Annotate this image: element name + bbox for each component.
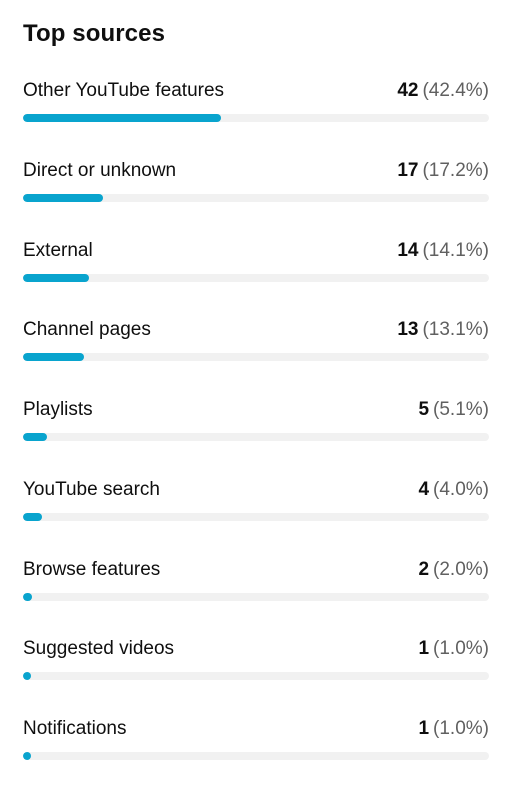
source-percent: (5.1%) <box>433 399 489 420</box>
source-row-notifications[interactable]: Notifications 1 (1.0%) <box>23 716 489 796</box>
source-label: Playlists <box>23 399 93 420</box>
source-count: 4 <box>418 478 430 500</box>
source-label: YouTube search <box>23 478 160 500</box>
sources-list: Other YouTube features 42 (42.4%) Direct … <box>23 78 489 796</box>
source-value: 5 (5.1%) <box>418 399 489 421</box>
source-percent: (42.4%) <box>422 80 489 101</box>
progress-fill <box>23 433 47 441</box>
progress-track <box>23 672 489 681</box>
source-percent: (2.0%) <box>433 558 489 580</box>
progress-track <box>23 114 489 122</box>
source-label: Channel pages <box>23 319 151 341</box>
source-count: 1 <box>418 718 430 739</box>
source-value: 1 (1.0%) <box>418 718 489 740</box>
source-count: 42 <box>397 80 419 101</box>
source-value: 14 (14.1%) <box>397 240 489 262</box>
progress-track <box>23 193 489 202</box>
section-title: Top sources <box>23 20 166 47</box>
source-percent: (17.2%) <box>422 159 489 181</box>
source-row-other-youtube-features[interactable]: Other YouTube features 42 (42.4%) <box>23 78 489 158</box>
progress-track <box>23 433 489 441</box>
source-percent: (4.0%) <box>433 478 489 500</box>
source-percent: (13.1%) <box>422 319 489 341</box>
progress-track <box>23 353 489 362</box>
progress-track <box>23 752 489 760</box>
source-label: Suggested videos <box>23 638 175 660</box>
progress-fill <box>23 592 33 601</box>
source-count: 13 <box>397 319 419 341</box>
progress-fill <box>23 193 104 202</box>
source-label: Direct or unknown <box>23 159 177 181</box>
source-label: External <box>23 239 93 261</box>
source-count: 17 <box>397 159 419 181</box>
source-value: 42 (42.4%) <box>397 80 489 102</box>
source-count: 2 <box>418 558 430 580</box>
source-percent: (14.1%) <box>422 239 489 261</box>
source-count: 1 <box>418 638 430 660</box>
progress-track <box>23 512 489 521</box>
source-label: Notifications <box>23 718 127 739</box>
source-row-direct-or-unknown[interactable]: Direct or unknown 17 (17.2%) <box>23 158 489 238</box>
source-count: 14 <box>397 239 419 261</box>
source-count: 5 <box>418 399 430 420</box>
source-label: Browse features <box>23 558 161 580</box>
source-row-channel-pages[interactable]: Channel pages 13 (13.1%) <box>23 317 489 397</box>
source-percent: (1.0%) <box>433 718 489 739</box>
source-value: 2 (2.0%) <box>418 559 489 581</box>
progress-track <box>23 273 489 282</box>
source-percent: (1.0%) <box>433 638 489 660</box>
source-row-suggested-videos[interactable]: Suggested videos 1 (1.0%) <box>23 636 489 716</box>
progress-fill <box>23 672 31 681</box>
top-sources-card: Top sources Other YouTube features 42 (42… <box>0 0 512 766</box>
source-row-external[interactable]: External 14 (14.1%) <box>23 238 489 318</box>
source-row-browse-features[interactable]: Browse features 2 (2.0%) <box>23 557 489 637</box>
progress-fill <box>23 273 89 282</box>
progress-track <box>23 592 489 601</box>
progress-fill <box>23 512 42 521</box>
source-row-playlists[interactable]: Playlists 5 (5.1%) <box>23 397 489 477</box>
source-value: 17 (17.2%) <box>397 160 489 182</box>
source-value: 1 (1.0%) <box>418 638 489 660</box>
source-row-youtube-search[interactable]: YouTube search 4 (4.0%) <box>23 477 489 557</box>
progress-fill <box>23 752 31 760</box>
source-label: Other YouTube features <box>23 80 225 101</box>
progress-fill <box>23 114 221 122</box>
source-value: 4 (4.0%) <box>418 479 489 501</box>
progress-fill <box>23 353 85 362</box>
source-value: 13 (13.1%) <box>397 319 489 341</box>
